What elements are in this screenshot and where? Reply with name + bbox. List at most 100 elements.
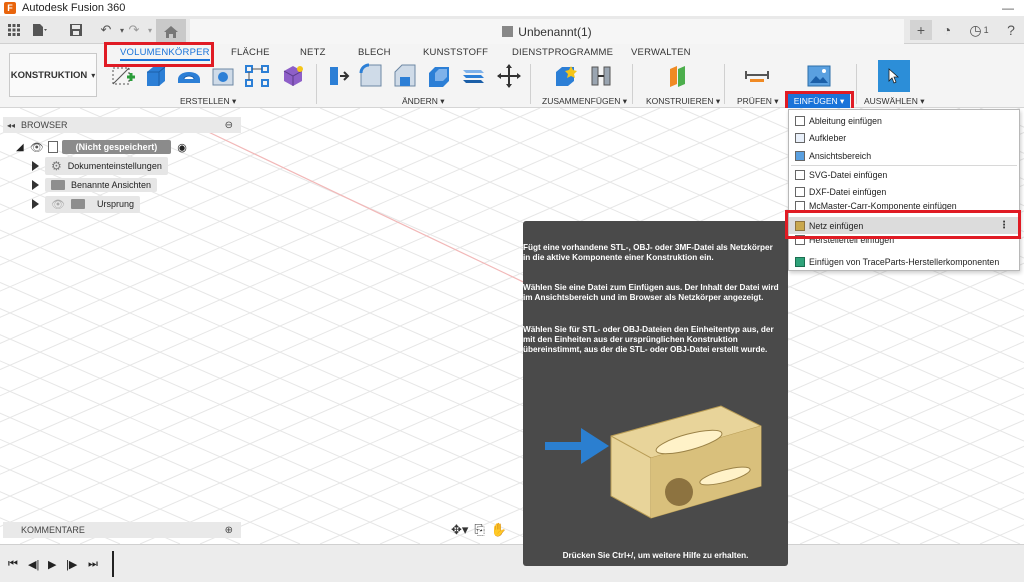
orbit-icon[interactable]: ✥▾ (451, 522, 468, 538)
browser-root-label: (Nicht gespeichert) (61, 140, 172, 154)
save-icon[interactable] (66, 20, 86, 40)
browser-header[interactable]: ◂◂ BROWSER ⊖ (3, 117, 241, 133)
timeline-marker[interactable] (112, 551, 114, 577)
group-label-inspect[interactable]: PRÜFEN ▾ (737, 96, 779, 107)
browser-title: BROWSER (21, 120, 68, 130)
document-icon (47, 141, 58, 153)
timeline-first-icon[interactable]: ⏮ (8, 558, 18, 571)
browser-root-row[interactable]: ◢ 👁 (Nicht gespeichert) ◉ (16, 139, 187, 155)
browser-item-benannte-ansichten[interactable]: Benannte Ansichten (32, 177, 158, 193)
insert-dropdown-menu: Ableitung einfügen Aufkleber Ansichtsber… (788, 109, 1020, 271)
minimize-icon[interactable]: — (1002, 1, 1014, 15)
menu-item-decal[interactable]: Aufkleber (789, 129, 1019, 146)
workspace-switcher[interactable]: KONSTRUKTION ▾ (9, 53, 97, 97)
tab-netz[interactable]: NETZ (300, 47, 326, 58)
press-pull-icon[interactable] (324, 63, 350, 89)
browser-item-ursprung[interactable]: 👁 Ursprung (32, 195, 140, 213)
select-icon[interactable] (878, 60, 910, 92)
file-menu-icon[interactable] (30, 20, 50, 40)
dxf-file-icon (795, 186, 805, 197)
timeline-next-icon[interactable]: |▶ (66, 558, 77, 571)
menu-item-derive[interactable]: Ableitung einfügen (789, 112, 1019, 129)
menu-item-traceparts[interactable]: Einfügen von TraceParts-Herstellerkompon… (789, 253, 1019, 270)
expand-arrow-icon[interactable] (32, 180, 39, 190)
menu-item-label: Ansichtsbereich (809, 150, 872, 161)
look-at-icon[interactable]: ⎘ (474, 522, 484, 538)
gear-icon: ⚙ (51, 159, 62, 173)
new-component-icon[interactable] (553, 63, 579, 89)
timeline-last-icon[interactable]: ⏭ (88, 558, 98, 571)
tooltip-para-2: Wählen Sie eine Datei zum Einfügen aus. … (523, 283, 779, 302)
ribbon-separator (856, 64, 857, 104)
fillet-icon[interactable] (358, 63, 384, 89)
browser-item-label: Benannte Ansichten (71, 180, 152, 190)
document-tab[interactable]: Unbenannt(1) (190, 19, 904, 44)
document-cube-icon (502, 26, 514, 37)
tab-flaeche[interactable]: FLÄCHE (231, 47, 270, 58)
tooltip-help-hint: Drücken Sie Ctrl+/, um weitere Hilfe zu … (562, 551, 749, 560)
svg-file-icon (795, 169, 805, 180)
decal-icon (795, 132, 805, 143)
create-form-icon[interactable] (280, 63, 306, 89)
menu-item-label: Ableitung einfügen (809, 115, 882, 126)
menu-item-label: Einfügen von TraceParts-Herstellerkompon… (809, 256, 1000, 267)
tab-blech[interactable]: BLECH (358, 47, 391, 58)
document-title: Unbenannt(1) (518, 24, 592, 39)
home-icon[interactable] (156, 19, 186, 44)
timeline: ⏮ ◀| ▶ |▶ ⏭ (0, 544, 1024, 582)
expand-root-icon[interactable]: ◢ (16, 142, 24, 153)
highlight-insert-mesh (785, 210, 1021, 239)
menu-item-dxf[interactable]: DXF-Datei einfügen (789, 183, 1019, 200)
joint-icon[interactable] (588, 63, 614, 89)
add-comment-icon[interactable]: ⊕ (225, 525, 233, 536)
help-icon[interactable]: ? (1000, 20, 1022, 40)
menu-item-canvas[interactable]: Ansichtsbereich (789, 147, 1019, 164)
shell-icon[interactable] (426, 63, 452, 89)
workspace-label: KONSTRUKTION (10, 69, 88, 81)
menu-item-label: Aufkleber (809, 132, 847, 143)
ribbon-separator (724, 64, 725, 104)
group-label-modify[interactable]: ÄNDERN ▾ (402, 96, 445, 107)
group-label-assemble[interactable]: ZUSAMMENFÜGEN ▾ (542, 96, 627, 107)
chamfer-icon[interactable] (392, 63, 418, 89)
folder-icon (70, 199, 85, 209)
apps-grid-icon[interactable] (4, 20, 24, 40)
collapse-browser-icon[interactable]: ◂◂ (7, 121, 15, 130)
combine-icon[interactable] (460, 63, 486, 89)
menu-item-label: DXF-Datei einfügen (809, 186, 887, 197)
comments-bar[interactable]: KOMMENTARE ⊕ (3, 522, 241, 538)
new-tab-plus-icon[interactable]: + (910, 20, 932, 40)
visibility-hidden-eye-icon[interactable]: 👁 (51, 198, 65, 211)
tab-verwalten[interactable]: VERWALTEN (631, 47, 691, 58)
pan-hand-icon[interactable]: ✋ (491, 522, 507, 538)
offset-plane-icon[interactable] (666, 63, 692, 89)
group-label-construct[interactable]: KONSTRUIEREN ▾ (646, 96, 720, 107)
job-status-icon[interactable]: ◷ 1 (964, 20, 994, 40)
browser-minimize-icon[interactable]: ⊖ (225, 120, 233, 131)
group-label-select[interactable]: AUSWÄHLEN ▾ (864, 96, 924, 107)
browser-item-dokumenteinstellungen[interactable]: ⚙ Dokumenteinstellungen (32, 157, 168, 175)
ribbon-separator (316, 64, 317, 104)
tab-kunststoff[interactable]: KUNSTSTOFF (423, 47, 488, 58)
extensions-icon[interactable]: ◔ (936, 20, 958, 40)
insert-image-icon[interactable] (806, 63, 832, 89)
tooltip-para-3: Wählen Sie für STL- oder OBJ-Dateien den… (523, 325, 774, 354)
tab-dienstprogramme[interactable]: DIENSTPROGRAMME (512, 47, 613, 58)
expand-arrow-icon[interactable] (32, 161, 39, 171)
group-label-create[interactable]: ERSTELLEN ▾ (180, 96, 236, 107)
menu-item-svg[interactable]: SVG-Datei einfügen (789, 166, 1019, 183)
timeline-play-icon[interactable]: ▶ (48, 558, 56, 571)
activate-radio-icon[interactable]: ◉ (177, 141, 187, 154)
folder-icon (51, 180, 65, 190)
tooltip-insert-mesh: Fügt eine vorhandene STL-, OBJ- oder 3MF… (523, 221, 788, 566)
browser-item-label: Ursprung (96, 199, 134, 209)
job-status-count: 1 (983, 25, 989, 35)
pattern-icon[interactable] (244, 63, 270, 89)
move-copy-icon[interactable] (496, 63, 522, 89)
timeline-prev-icon[interactable]: ◀| (28, 558, 39, 571)
expand-arrow-icon[interactable] (32, 199, 39, 209)
comments-title: KOMMENTARE (21, 525, 85, 535)
visibility-eye-icon[interactable]: 👁 (30, 141, 44, 154)
tooltip-para-1: Fügt eine vorhandene STL-, OBJ- oder 3MF… (523, 243, 773, 262)
measure-icon[interactable] (744, 63, 770, 89)
